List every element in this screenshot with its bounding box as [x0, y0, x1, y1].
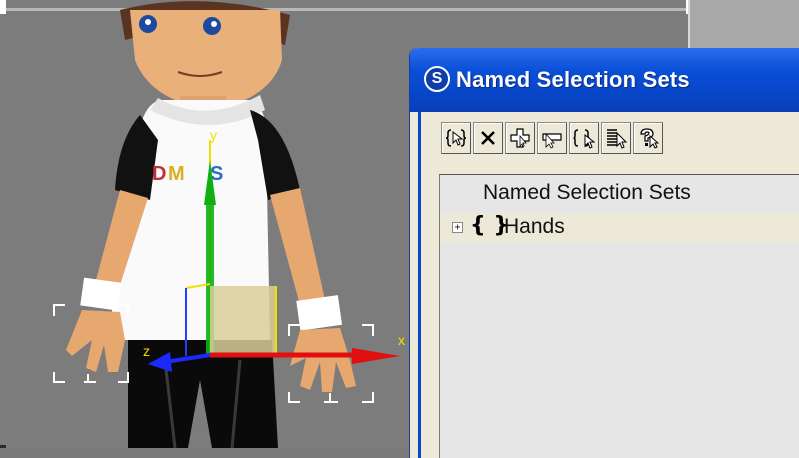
shirt-letter-d: D: [152, 163, 166, 185]
gizmo-x-label: x: [398, 332, 405, 348]
dialog-body: Named Selection Sets + { } Hands: [418, 112, 799, 458]
subtract-selected-button[interactable]: [537, 122, 567, 154]
dialog-title: Named Selection Sets: [456, 67, 690, 92]
list-item-label: Hands: [504, 215, 565, 238]
question-select-icon: [640, 128, 659, 149]
gizmo-z-label: z: [143, 343, 150, 359]
minus-icon: [542, 132, 562, 149]
gizmo-y-label: y: [210, 127, 217, 143]
gizmo-plane-handle: [210, 286, 276, 354]
right-wristband: [296, 295, 343, 331]
select-objects-in-set-button[interactable]: [569, 122, 599, 154]
list-item[interactable]: + { } Hands: [440, 213, 799, 243]
left-wristband: [80, 277, 122, 311]
toolbar: [441, 122, 663, 160]
create-set-button[interactable]: [441, 122, 471, 154]
named-selection-sets-dialog: S Named Selection Sets Named Selection S…: [410, 48, 799, 458]
plus-icon: [510, 128, 530, 148]
list-header: Named Selection Sets: [483, 181, 691, 204]
selection-sets-list[interactable]: Named Selection Sets + { } Hands: [439, 174, 799, 458]
add-selected-button[interactable]: [505, 122, 535, 154]
dialog-titlebar[interactable]: S Named Selection Sets: [410, 48, 799, 112]
select-objects-by-name-button[interactable]: [601, 122, 631, 154]
list-select-icon: [607, 129, 627, 149]
app-logo-icon[interactable]: S: [424, 66, 450, 92]
braces-select-icon: [573, 129, 595, 149]
braces-cursor-icon: [445, 129, 467, 147]
highlight-selected-button[interactable]: [633, 122, 663, 154]
shirt-letter-m: M: [168, 163, 185, 185]
x-icon: [481, 131, 495, 145]
expand-icon[interactable]: +: [452, 222, 463, 233]
delete-button[interactable]: [473, 122, 503, 154]
